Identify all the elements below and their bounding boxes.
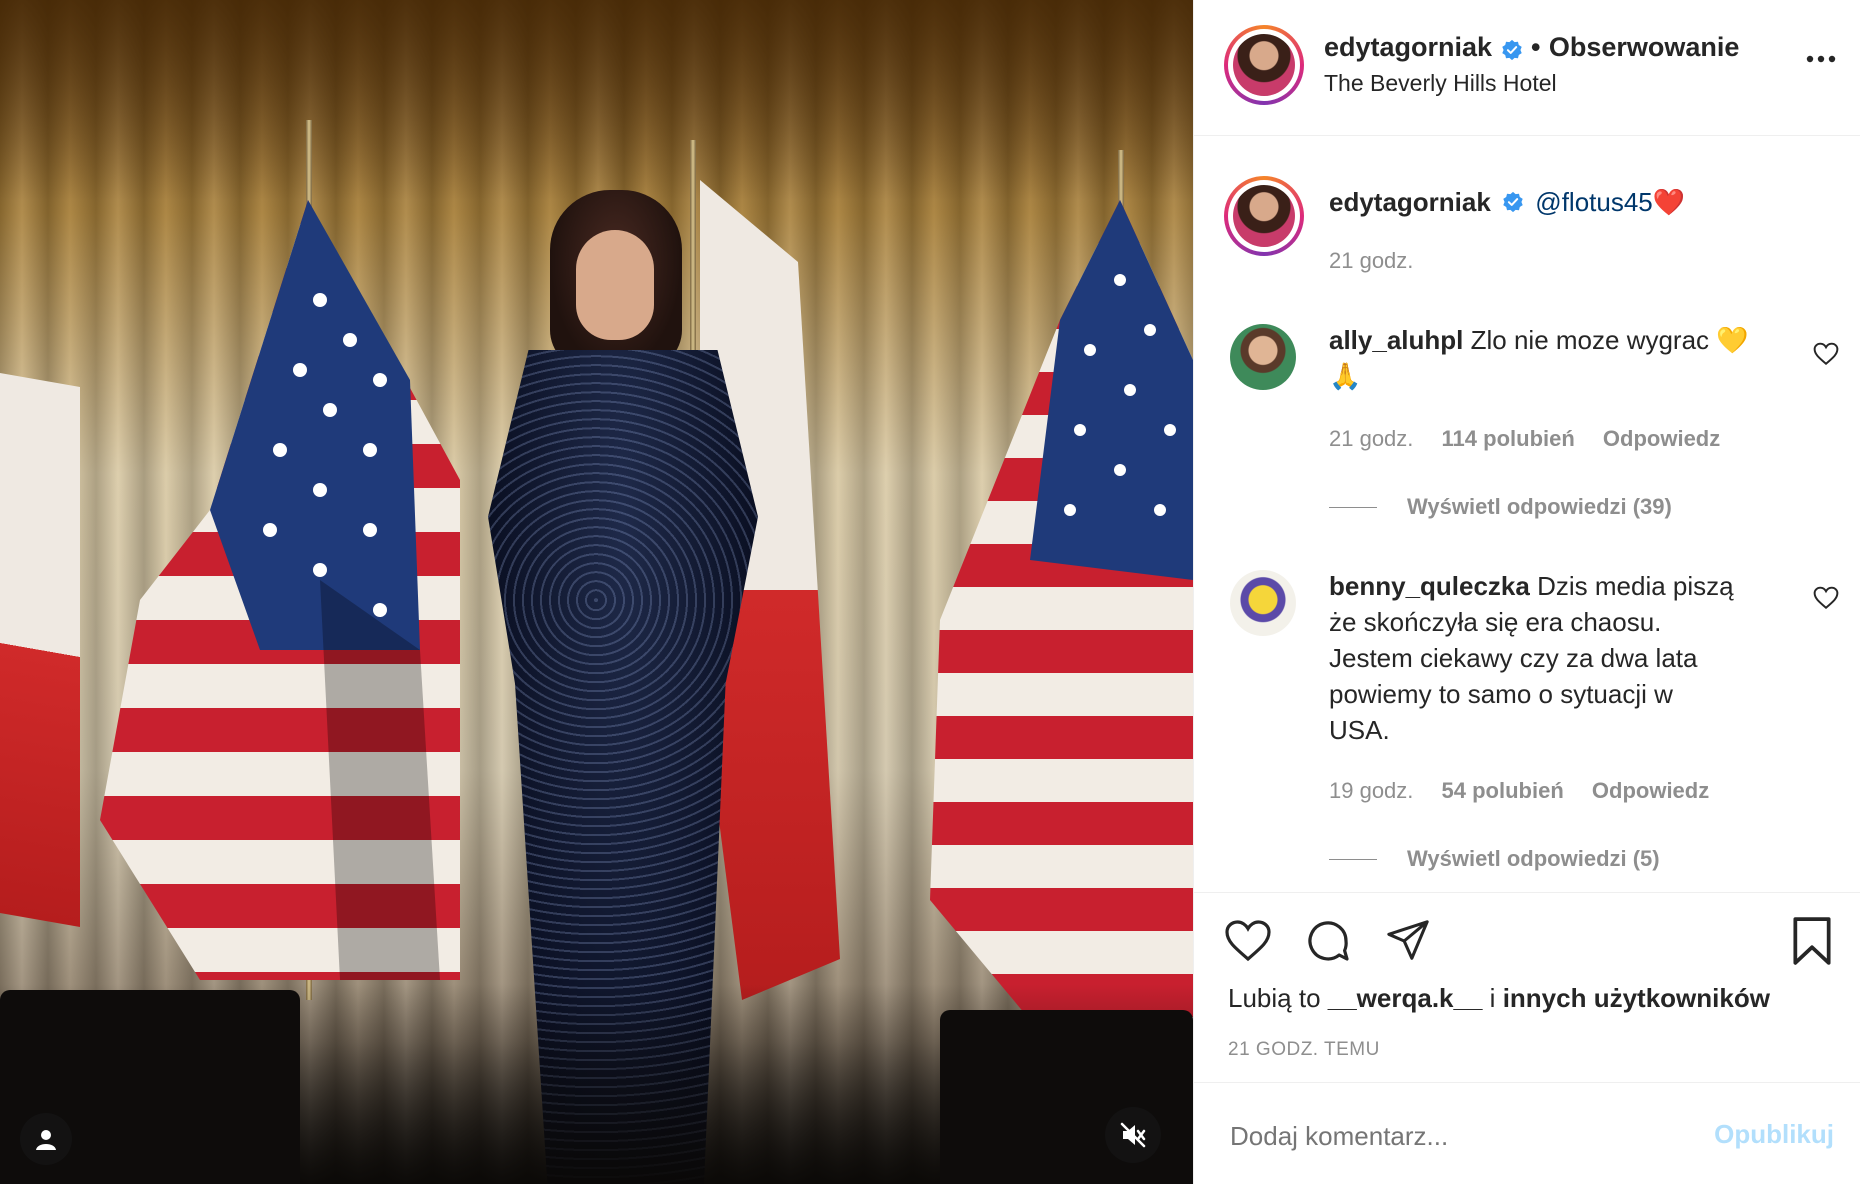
paper-plane-icon [1387,920,1429,960]
bookmark-icon [1793,917,1831,965]
tagged-users-button[interactable] [20,1113,72,1165]
post-header: edytagorniak • Obserwowanie The Beverly … [1194,0,1860,136]
view-replies-label: Wyświetl odpowiedzi (39) [1407,494,1672,519]
comment-body-line: Dzis media piszą [1537,571,1734,601]
caption-heart-emoji: ❤️ [1652,187,1686,217]
comment-body-line: USA. [1329,715,1390,745]
author-avatar[interactable] [1224,25,1304,105]
post-side-panel: edytagorniak • Obserwowanie The Beverly … [1193,0,1860,1184]
reply-button[interactable]: Odpowiedz [1603,426,1720,451]
add-comment-input[interactable] [1228,1120,1672,1153]
mute-button[interactable] [1105,1107,1161,1163]
polish-flag-left [0,372,80,928]
replies-dash [1329,506,1377,508]
post-location[interactable]: The Beverly Hills Hotel [1324,70,1557,97]
comment-text: ally_aluhpl Zlo nie moze wygrac 💛 🙏 [1329,322,1749,394]
comment-body-line: 🙏 [1329,361,1362,391]
comment-avatar[interactable] [1230,324,1296,390]
post-timestamp[interactable]: 21 GODZ. TEMU [1228,1039,1380,1061]
us-flag-right [930,200,1193,1020]
save-button[interactable] [1786,915,1838,967]
more-options-button[interactable] [1806,50,1836,68]
view-replies-button[interactable]: Wyświetl odpowiedzi (39) [1329,494,1672,520]
comment-time[interactable]: 21 godz. [1329,426,1413,451]
comment-time[interactable]: 19 godz. [1329,778,1413,803]
comment-body-line: Jestem ciekawy czy za dwa lata [1329,643,1698,673]
comment-text: benny_quleczka Dzis media piszą że skońc… [1329,568,1734,748]
comment-button[interactable] [1302,915,1354,967]
comment-avatar[interactable] [1230,570,1296,636]
reply-button[interactable]: Odpowiedz [1592,778,1709,803]
like-comment-heart-icon[interactable] [1813,342,1839,366]
comment-likes-count[interactable]: 114 polubień [1442,426,1575,451]
following-button[interactable]: Obserwowanie [1549,32,1740,62]
likes-joiner: i [1489,983,1496,1013]
comment-meta: 21 godz. 114 polubień Odpowiedz [1329,426,1742,452]
caption-author[interactable]: edytagorniak [1329,187,1491,217]
replies-dash [1329,858,1377,860]
caption: edytagorniak @flotus45❤️ [1329,184,1685,220]
separator-dot: • [1530,32,1541,62]
comment-bubble-icon [1308,921,1349,961]
comment-likes-count[interactable]: 54 polubień [1442,778,1564,803]
stage-speaker-right [940,1010,1193,1184]
comment-body-line: Zlo nie moze wygrac 💛 [1470,325,1749,355]
more-horizontal-icon [1806,55,1836,63]
view-replies-label: Wyświetl odpowiedzi (5) [1407,846,1660,871]
speaker-muted-icon [1120,1122,1146,1148]
author-username[interactable]: edytagorniak [1324,32,1492,62]
us-flag-left [100,200,460,980]
comment-composer: Opublikuj [1194,1082,1860,1185]
like-comment-heart-icon[interactable] [1813,586,1839,610]
share-button[interactable] [1382,915,1434,967]
view-replies-button[interactable]: Wyświetl odpowiedzi (5) [1329,846,1660,872]
likes-prefix: Lubią to [1228,983,1321,1013]
comment-author[interactable]: ally_aluhpl [1329,325,1463,355]
verified-badge-icon [1501,39,1522,60]
caption-author-avatar[interactable] [1224,176,1304,256]
caption-time-text[interactable]: 21 godz. [1329,248,1413,273]
liked-by-user-link[interactable]: __werqa.k__ [1328,983,1483,1013]
post-media-video[interactable] [0,0,1193,1184]
post-actions: Lubią to __werqa.k__ i innych użytkownik… [1194,892,1860,1083]
heart-icon [1225,920,1271,962]
verified-badge-icon [1503,192,1523,213]
comments-section[interactable]: edytagorniak @flotus45❤️ 21 godz. ally_a… [1194,136,1860,892]
comment-body-line: że skończyła się era chaosu. [1329,607,1662,637]
liked-by-others-link[interactable]: innych użytkowników [1503,983,1770,1013]
comment-meta: 19 godz. 54 polubień Odpowiedz [1329,778,1731,804]
caption-time: 21 godz. [1329,248,1435,274]
publish-button[interactable]: Opublikuj [1714,1119,1834,1150]
user-icon [36,1130,56,1150]
caption-mention-link[interactable]: @flotus45 [1535,187,1652,217]
stage-light-shade [0,0,1193,200]
likes-summary[interactable]: Lubią to __werqa.k__ i innych użytkownik… [1228,983,1770,1014]
comment-body-line: powiemy to samo o sytuacji w [1329,679,1673,709]
comment-author[interactable]: benny_quleczka [1329,571,1530,601]
like-button[interactable] [1222,915,1274,967]
